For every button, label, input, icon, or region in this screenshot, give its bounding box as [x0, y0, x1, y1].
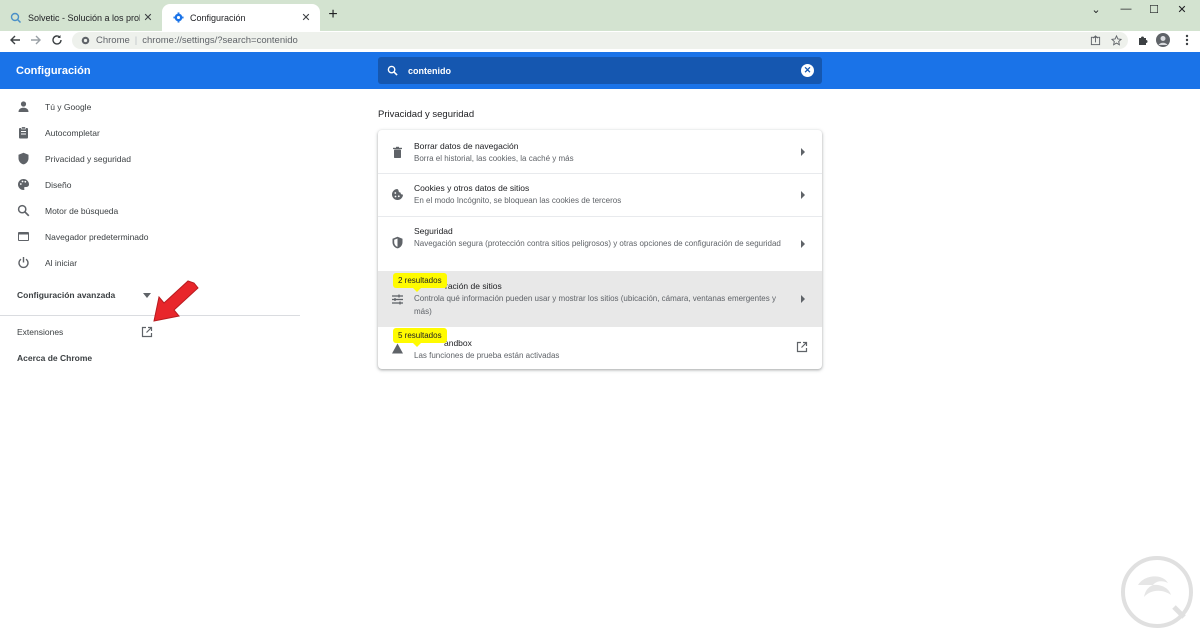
- shield-icon: [18, 152, 29, 165]
- chevron-right-icon: [801, 240, 805, 248]
- sidebar-item-label: Al iniciar: [45, 258, 78, 268]
- search-icon: [17, 204, 30, 217]
- tab-strip: Solvetic - Solución a los problem ✕ Conf…: [0, 0, 1200, 31]
- sidebar-item-on-startup[interactable]: Al iniciar: [0, 253, 300, 273]
- open-external-icon[interactable]: [796, 341, 808, 353]
- badge-text: 5 resultados: [398, 331, 442, 340]
- sidebar-advanced-label: Configuración avanzada: [17, 290, 116, 300]
- palette-icon: [18, 179, 29, 190]
- address-bar[interactable]: Chrome | chrome://settings/?search=conte…: [72, 32, 1128, 49]
- search-results-badge: 5 resultados: [393, 328, 447, 347]
- url-separator: |: [134, 35, 138, 46]
- row-title: andbox: [444, 338, 472, 348]
- sidebar-item-label: Autocompletar: [45, 128, 100, 138]
- sidebar-item-label: Tú y Google: [45, 102, 92, 112]
- row-title: ración de sitios: [445, 281, 502, 291]
- solvetic-watermark-logo: [1121, 556, 1193, 628]
- row-subtitle: En el modo Incógnito, se bloquean las co…: [414, 196, 622, 205]
- red-arrow-annotation-icon: [153, 280, 199, 322]
- shield-icon: [392, 236, 403, 249]
- forward-arrow-icon[interactable]: [28, 32, 44, 48]
- tune-icon: [392, 294, 403, 305]
- settings-header: Configuración contenido ✕: [0, 52, 1200, 89]
- site-label: Chrome: [96, 35, 130, 46]
- new-tab-button[interactable]: +: [325, 7, 341, 24]
- row-clear-browsing-data[interactable]: Borrar datos de navegación Borra el hist…: [378, 130, 822, 173]
- clipboard-icon: [19, 126, 28, 139]
- sidebar-advanced[interactable]: Configuración avanzada: [17, 290, 115, 300]
- tab-settings[interactable]: Configuración ✕: [162, 4, 320, 31]
- sidebar-item-default-browser[interactable]: Navegador predeterminado: [0, 227, 300, 247]
- sidebar-about-chrome[interactable]: Acerca de Chrome: [17, 353, 92, 363]
- row-subtitle: Las funciones de prueba están activadas: [414, 351, 560, 360]
- row-title: Borrar datos de navegación: [414, 141, 519, 151]
- close-window-icon[interactable]: ✕: [1164, 0, 1200, 18]
- row-subtitle: Controla qué información pueden usar y m…: [414, 294, 776, 316]
- sidebar-about-label: Acerca de Chrome: [17, 353, 93, 363]
- sidebar-extensions-label: Extensiones: [17, 327, 64, 337]
- row-title: Seguridad: [414, 226, 453, 236]
- bookmark-star-icon[interactable]: [1110, 34, 1123, 47]
- close-tab-icon[interactable]: ✕: [298, 10, 314, 26]
- person-icon: [18, 101, 29, 112]
- section-title: Privacidad y seguridad: [378, 109, 475, 120]
- gear-icon: [172, 12, 184, 24]
- sidebar-extensions[interactable]: Extensiones: [17, 327, 63, 337]
- open-external-icon[interactable]: [141, 326, 153, 338]
- row-security[interactable]: Seguridad Navegación segura (protección …: [378, 217, 822, 271]
- browser-icon: [18, 232, 29, 241]
- row-cookies[interactable]: Cookies y otros datos de sitios En el mo…: [378, 174, 822, 216]
- sidebar-item-label: Motor de búsqueda: [45, 206, 119, 216]
- back-arrow-icon[interactable]: [7, 32, 23, 48]
- tab-title: Solvetic - Solución a los problem: [28, 12, 140, 23]
- row-subtitle: Borra el historial, las cookies, la cach…: [414, 154, 574, 163]
- cookie-icon: [392, 189, 403, 200]
- tab-title: Configuración: [190, 12, 246, 23]
- extensions-puzzle-icon[interactable]: [1136, 32, 1150, 48]
- chevron-right-icon: [801, 191, 805, 199]
- sidebar-item-search-engine[interactable]: Motor de búsqueda: [0, 201, 300, 221]
- sidebar-item-autofill[interactable]: Autocompletar: [0, 123, 300, 143]
- clear-search-icon[interactable]: ✕: [801, 64, 814, 77]
- avatar[interactable]: [1156, 32, 1170, 48]
- badge-text: 2 resultados: [398, 276, 442, 285]
- search-results-badge: 2 resultados: [393, 273, 447, 292]
- solvetic-favicon-icon: [10, 12, 22, 24]
- reload-icon[interactable]: [49, 32, 65, 48]
- sidebar-item-appearance[interactable]: Diseño: [0, 175, 300, 195]
- url-text: chrome://settings/?search=contenido: [142, 35, 298, 46]
- row-subtitle: Navegación segura (protección contra sit…: [414, 239, 781, 248]
- row-title: Cookies y otros datos de sitios: [414, 183, 530, 193]
- search-value: contenido: [408, 66, 451, 76]
- sidebar-item-label: Privacidad y seguridad: [45, 154, 131, 164]
- more-menu-icon[interactable]: [1180, 32, 1194, 48]
- sidebar-item-label: Diseño: [45, 180, 72, 190]
- trash-icon: [393, 146, 402, 158]
- browser-toolbar: Chrome | chrome://settings/?search=conte…: [0, 31, 1200, 50]
- sidebar-item-privacy[interactable]: Privacidad y seguridad: [0, 149, 300, 169]
- chevron-right-icon: [801, 295, 805, 303]
- flask-icon: [392, 343, 403, 354]
- sidebar-item-label: Navegador predeterminado: [45, 232, 149, 242]
- power-icon: [18, 257, 29, 269]
- sidebar-item-you-and-google[interactable]: Tú y Google: [0, 97, 300, 117]
- chevron-right-icon: [801, 148, 805, 156]
- chrome-site-icon: [81, 36, 90, 45]
- share-icon[interactable]: [1089, 34, 1102, 47]
- tab-solvetic[interactable]: Solvetic - Solución a los problem ✕: [0, 4, 162, 31]
- search-icon: [387, 65, 398, 78]
- page-title: Configuración: [16, 65, 91, 77]
- settings-search-input[interactable]: contenido ✕: [378, 57, 822, 84]
- close-tab-icon[interactable]: ✕: [140, 10, 156, 26]
